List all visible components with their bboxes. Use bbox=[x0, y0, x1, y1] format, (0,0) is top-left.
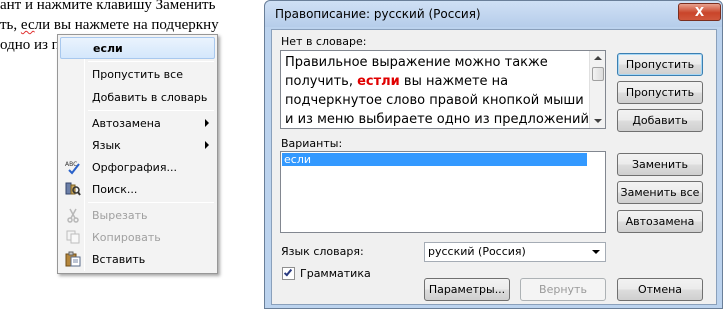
menu-item-label: если bbox=[93, 41, 123, 55]
document-text: ть, bbox=[0, 17, 21, 33]
grammar-label[interactable]: Грамматика bbox=[300, 267, 371, 280]
menu-item-label: Орфография... bbox=[92, 160, 177, 174]
sentence-editor[interactable]: Правильное выражение можно также получит… bbox=[280, 50, 606, 129]
spelling-dialog: Правописание: русский (Россия) X Нет в с… bbox=[264, 0, 723, 309]
menu-item-label: Вырезать bbox=[92, 208, 148, 222]
checkmark-icon bbox=[283, 267, 293, 277]
spelling-check-icon: ABC bbox=[65, 161, 80, 175]
suggestion-item-selected[interactable]: если bbox=[282, 153, 587, 166]
menu-separator bbox=[88, 110, 214, 111]
menu-item-autocorrect[interactable]: Автозамена bbox=[60, 112, 215, 134]
change-button[interactable]: Заменить bbox=[617, 153, 703, 176]
document-line: одно из п bbox=[0, 37, 60, 53]
menu-item-cut[interactable]: Вырезать bbox=[60, 204, 215, 226]
menu-separator bbox=[88, 202, 214, 203]
menu-item-label: Пропустить все bbox=[92, 67, 183, 81]
menu-item-paste[interactable]: Вставить bbox=[60, 248, 215, 270]
suggestions-label: Варианты: bbox=[281, 137, 343, 150]
sentence-scrollbar[interactable] bbox=[589, 51, 605, 128]
scissors-icon bbox=[67, 208, 79, 223]
menu-item-label: Автозамена bbox=[92, 116, 161, 130]
dictionary-language-label: Язык словаря: bbox=[281, 245, 364, 258]
menu-item-suggestion[interactable]: если bbox=[60, 37, 215, 59]
paste-clipboard-icon bbox=[65, 251, 81, 267]
dialog-title: Правописание: русский (Россия) bbox=[275, 7, 481, 21]
add-button[interactable]: Добавить bbox=[617, 109, 703, 132]
context-menu: если Пропустить все Добавить в словарь А… bbox=[57, 34, 218, 274]
autocorrect-button[interactable]: Автозамена bbox=[617, 210, 703, 233]
ignore-button[interactable]: Пропустить bbox=[617, 53, 703, 76]
copy-icon bbox=[66, 230, 80, 244]
change-all-button[interactable]: Заменить все bbox=[617, 181, 703, 204]
menu-item-copy[interactable]: Копировать bbox=[60, 226, 215, 248]
menu-item-label: Язык bbox=[92, 138, 121, 152]
document-text: ли вы нажмете на подчеркну bbox=[34, 17, 219, 33]
menu-item-spelling[interactable]: ABC Орфография... bbox=[60, 156, 215, 178]
dictionary-language-select[interactable]: русский (Россия) bbox=[424, 242, 606, 262]
close-button[interactable]: X bbox=[678, 3, 721, 21]
submenu-arrow-icon bbox=[205, 119, 209, 127]
menu-item-ignore-all[interactable]: Пропустить все bbox=[60, 63, 215, 85]
not-in-dictionary-label: Нет в словаре: bbox=[281, 35, 367, 48]
menu-item-label: Копировать bbox=[92, 230, 161, 244]
cancel-button[interactable]: Отмена bbox=[617, 278, 703, 301]
menu-item-label: Поиск... bbox=[92, 182, 138, 196]
research-books-icon bbox=[65, 182, 81, 196]
error-word[interactable]: естли bbox=[357, 74, 400, 89]
sentence-text[interactable]: Правильное выражение можно также получит… bbox=[285, 53, 590, 128]
dictionary-language-value: русский (Россия) bbox=[428, 245, 526, 258]
grammar-checkbox[interactable] bbox=[282, 267, 295, 280]
scroll-up-icon[interactable] bbox=[594, 56, 602, 60]
menu-separator bbox=[88, 61, 214, 62]
menu-item-label: Вставить bbox=[92, 252, 146, 266]
chevron-down-icon[interactable] bbox=[592, 250, 600, 254]
menu-item-label: Добавить в словарь bbox=[92, 90, 208, 104]
undo-button[interactable]: Вернуть bbox=[520, 278, 606, 301]
menu-item-lookup[interactable]: Поиск... bbox=[60, 178, 215, 200]
dialog-body: Нет в словаре: Правильное выражение можн… bbox=[271, 29, 717, 305]
dialog-title-bar[interactable]: Правописание: русский (Россия) bbox=[265, 1, 722, 27]
document-line: ант и нажмите клавишу Заменить bbox=[0, 0, 216, 13]
menu-item-language[interactable]: Язык bbox=[60, 134, 215, 156]
document-line: ть, если вы нажмете на подчеркну bbox=[0, 17, 219, 34]
suggestions-list[interactable]: если bbox=[280, 151, 606, 233]
menu-item-add-to-dictionary[interactable]: Добавить в словарь bbox=[60, 86, 215, 108]
misspelled-word[interactable]: ес bbox=[21, 17, 35, 33]
options-button[interactable]: Параметры... bbox=[424, 278, 510, 301]
ignore-all-button[interactable]: Пропустить все bbox=[617, 81, 703, 120]
submenu-arrow-icon bbox=[205, 141, 209, 149]
scroll-down-icon[interactable] bbox=[594, 119, 602, 123]
scroll-thumb[interactable] bbox=[592, 67, 604, 81]
